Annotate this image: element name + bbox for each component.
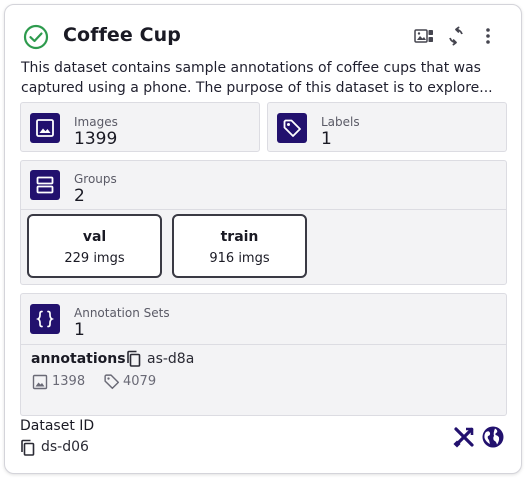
group-name: val [82, 229, 107, 245]
group-name: train [220, 229, 259, 245]
dataset-title: Coffee Cup [63, 24, 181, 46]
images-stat-panel: Images 1399 [20, 102, 260, 152]
annotation-set-labels: 4079 [123, 374, 157, 389]
annotation-set-images: 1398 [52, 374, 86, 389]
annotate-tool-icon[interactable] [452, 425, 476, 449]
image-count-icon [32, 374, 48, 390]
labels-count: 1 [321, 129, 332, 149]
dataset-description: This dataset contains sample annotations… [21, 60, 493, 96]
dataset-id: ds-d06 [41, 439, 89, 455]
check-circle-icon [23, 24, 49, 50]
more-vert-icon[interactable] [477, 25, 499, 47]
images-count: 1399 [74, 129, 118, 149]
group-train-button[interactable]: train 916 imgs [172, 214, 307, 278]
group-image-count: 916 imgs [209, 251, 270, 266]
public-globe-icon[interactable] [481, 425, 505, 449]
groups-count: 2 [74, 186, 85, 206]
groups-icon [30, 170, 60, 200]
annotation-sets-count: 1 [74, 320, 85, 340]
image-preview-icon[interactable] [413, 25, 435, 47]
groups-panel: Groups 2 val 229 imgs train 916 imgs [20, 160, 507, 285]
image-icon [30, 113, 60, 143]
groups-divider [21, 209, 506, 210]
group-val-button[interactable]: val 229 imgs [27, 214, 162, 278]
label-count-icon [104, 374, 120, 390]
annotation-set-name[interactable]: annotations [31, 351, 126, 367]
groups-label: Groups [74, 172, 117, 186]
annotation-sets-panel: Annotation Sets 1 annotations as-d8a 139… [20, 293, 507, 416]
braces-icon [30, 304, 60, 334]
group-image-count: 229 imgs [64, 251, 125, 266]
label-tag-icon [277, 113, 307, 143]
labels-label: Labels [321, 115, 360, 129]
copy-icon[interactable] [126, 350, 142, 368]
sync-icon[interactable] [445, 25, 467, 47]
dataset-id-label: Dataset ID [20, 418, 95, 434]
labels-stat-panel: Labels 1 [267, 102, 507, 152]
copy-icon[interactable] [20, 439, 36, 457]
card-header: Coffee Cup [23, 23, 503, 53]
images-label: Images [74, 115, 118, 129]
annotation-sets-label: Annotation Sets [74, 306, 170, 320]
dataset-card: Coffee Cup This dataset contains sample … [4, 4, 522, 474]
annotation-set-id: as-d8a [147, 351, 195, 367]
annotation-sets-divider [21, 344, 506, 345]
